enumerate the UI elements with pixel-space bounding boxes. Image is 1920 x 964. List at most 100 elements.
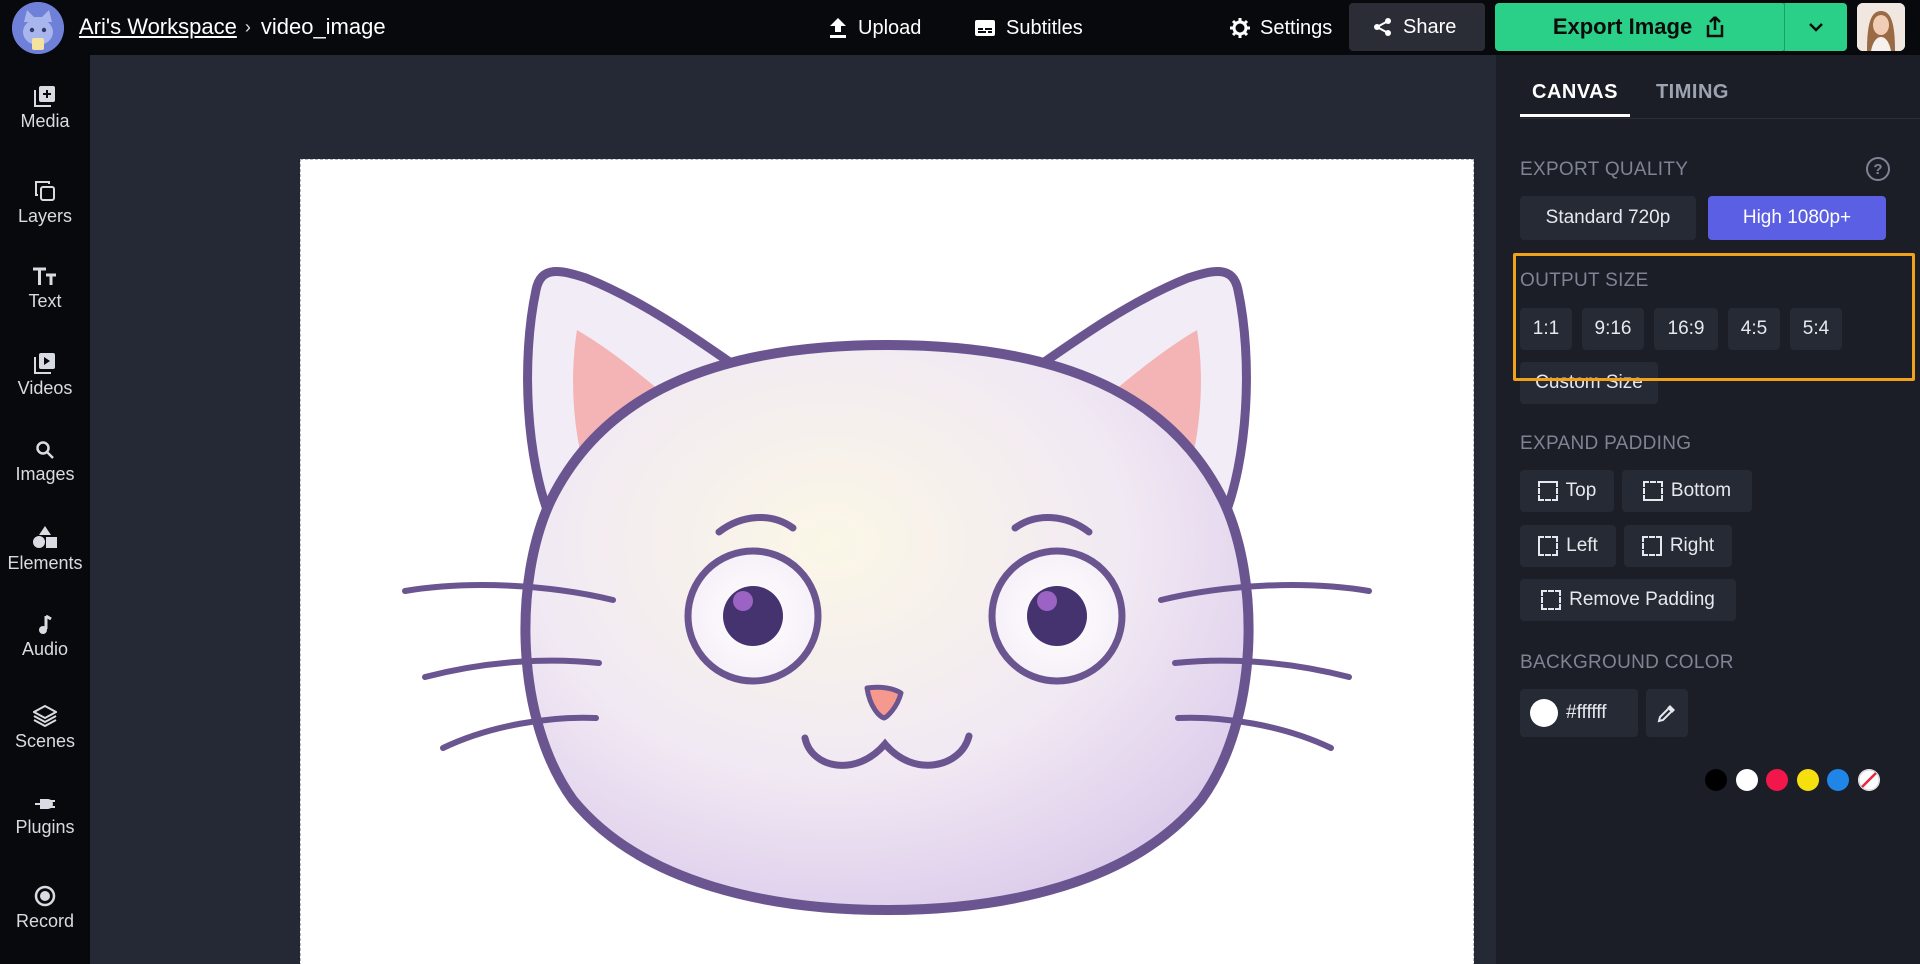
eyedropper-button[interactable] [1646, 689, 1688, 737]
rail-label-text: Text [28, 291, 62, 311]
rail-label-plugins: Plugins [15, 817, 75, 837]
editor-stage [90, 55, 1496, 964]
export-image-button[interactable]: Export Image [1495, 3, 1786, 51]
share-icon [1374, 18, 1391, 36]
share-label: Share [1403, 15, 1457, 38]
upload-icon [830, 18, 846, 38]
chevron-down-icon [1809, 23, 1823, 32]
quality-high-button[interactable]: High 1080p+ [1708, 196, 1886, 240]
rail-label-audio: Audio [21, 639, 69, 659]
pad-bottom-label: Bottom [1670, 480, 1732, 501]
subtitles-icon [975, 20, 995, 36]
pad-top-icon [1537, 481, 1558, 501]
color-preset-white[interactable] [1736, 769, 1758, 791]
rail-label-elements: Elements [7, 553, 83, 573]
scenes-stack-icon [33, 705, 57, 727]
rail-item-audio[interactable]: Audio [0, 615, 90, 660]
color-preset-red[interactable] [1766, 769, 1788, 791]
image-canvas[interactable] [300, 159, 1474, 964]
rail-label-layers: Layers [17, 206, 73, 226]
pad-right-button[interactable]: Right [1624, 525, 1732, 567]
layers-icon [35, 181, 55, 201]
user-avatar[interactable] [1857, 3, 1905, 51]
upload-button[interactable]: Upload [828, 9, 921, 47]
subtitles-label: Subtitles [1006, 16, 1083, 39]
size-16-9-button[interactable]: 16:9 [1654, 308, 1718, 350]
expand-padding-label: EXPAND PADDING [1520, 433, 1692, 454]
size-5-4-button[interactable]: 5:4 [1790, 308, 1842, 350]
breadcrumb-chevron-icon: › [244, 16, 251, 37]
size-1-1-button[interactable]: 1:1 [1520, 308, 1572, 350]
upload-label: Upload [858, 16, 922, 39]
rail-item-media[interactable]: Media [0, 85, 90, 132]
rail-item-layers[interactable]: Layers [0, 180, 90, 227]
pad-top-label: Top [1565, 480, 1597, 501]
tab-timing[interactable]: TIMING [1644, 81, 1741, 117]
rail-item-videos[interactable]: Videos [0, 352, 90, 399]
background-color-value: #ffffff [1566, 702, 1607, 723]
text-icon [33, 267, 56, 285]
export-share-icon [1706, 16, 1724, 38]
tab-canvas[interactable]: CANVAS [1520, 81, 1630, 117]
rail-item-scenes[interactable]: Scenes [0, 705, 90, 752]
share-button[interactable]: Share [1349, 3, 1485, 51]
cat-face-illustration [402, 266, 1372, 916]
export-label: Export Image [1552, 14, 1693, 39]
help-icon[interactable]: ? [1866, 157, 1890, 181]
panel-tabs: CANVAS TIMING [1520, 81, 1741, 117]
plug-icon [35, 799, 55, 809]
pad-right-label: Right [1669, 535, 1715, 556]
color-preset-black[interactable] [1705, 769, 1727, 791]
background-color-label: BACKGROUND COLOR [1520, 652, 1734, 673]
left-rail: Media Layers Text Videos Images Elements… [0, 55, 90, 964]
project-title[interactable]: video_image [261, 14, 386, 40]
subtitles-button[interactable]: Subtitles [974, 9, 1083, 47]
gear-icon [1230, 18, 1250, 38]
rail-label-videos: Videos [17, 378, 73, 398]
export-quality-label: EXPORT QUALITY [1520, 159, 1689, 180]
rail-item-record[interactable]: Record [0, 885, 90, 932]
export-options-dropdown[interactable] [1784, 3, 1847, 51]
rail-item-plugins[interactable]: Plugins [0, 795, 90, 838]
settings-button[interactable]: Settings [1230, 9, 1332, 47]
background-color-input[interactable]: #ffffff [1520, 689, 1638, 737]
remove-padding-icon [1541, 590, 1562, 610]
rail-label-scenes: Scenes [14, 731, 76, 751]
workspace-logo[interactable] [12, 2, 64, 54]
remove-padding-label: Remove Padding [1569, 589, 1715, 610]
pad-left-button[interactable]: Left [1520, 525, 1616, 567]
size-9-16-button[interactable]: 9:16 [1582, 308, 1644, 350]
color-preset-yellow[interactable] [1797, 769, 1819, 791]
rail-label-images: Images [15, 464, 75, 484]
pad-bottom-icon [1642, 481, 1663, 501]
tabs-divider [1520, 118, 1920, 119]
eyedropper-icon [1657, 705, 1675, 723]
pad-right-icon [1641, 536, 1662, 556]
pad-left-label: Left [1566, 535, 1598, 556]
current-color-swatch [1530, 699, 1558, 727]
rail-item-text[interactable]: Text [0, 267, 90, 312]
shapes-icon [33, 526, 57, 548]
quality-standard-button[interactable]: Standard 720p [1520, 196, 1696, 240]
size-4-5-button[interactable]: 4:5 [1728, 308, 1780, 350]
output-size-label: OUTPUT SIZE [1520, 270, 1649, 291]
rail-label-record: Record [15, 911, 75, 931]
media-icon [34, 86, 55, 107]
color-preset-transparent[interactable] [1858, 769, 1880, 791]
pad-bottom-button[interactable]: Bottom [1622, 470, 1752, 512]
rail-item-elements[interactable]: Elements [0, 525, 90, 574]
music-note-icon [39, 615, 52, 634]
custom-size-button[interactable]: Custom Size [1520, 362, 1658, 404]
color-preset-blue[interactable] [1827, 769, 1849, 791]
breadcrumb: Ari's Workspace › video_image [79, 14, 386, 40]
pad-left-icon [1538, 536, 1559, 556]
rail-item-images[interactable]: Images [0, 440, 90, 485]
videos-icon [34, 353, 55, 374]
workspace-link[interactable]: Ari's Workspace [79, 14, 237, 40]
pad-top-button[interactable]: Top [1520, 470, 1614, 512]
rail-label-media: Media [20, 111, 70, 131]
search-icon [36, 441, 54, 459]
record-icon [34, 885, 56, 907]
properties-panel: CANVAS TIMING EXPORT QUALITY ? Standard … [1496, 55, 1920, 964]
remove-padding-button[interactable]: Remove Padding [1520, 579, 1736, 621]
